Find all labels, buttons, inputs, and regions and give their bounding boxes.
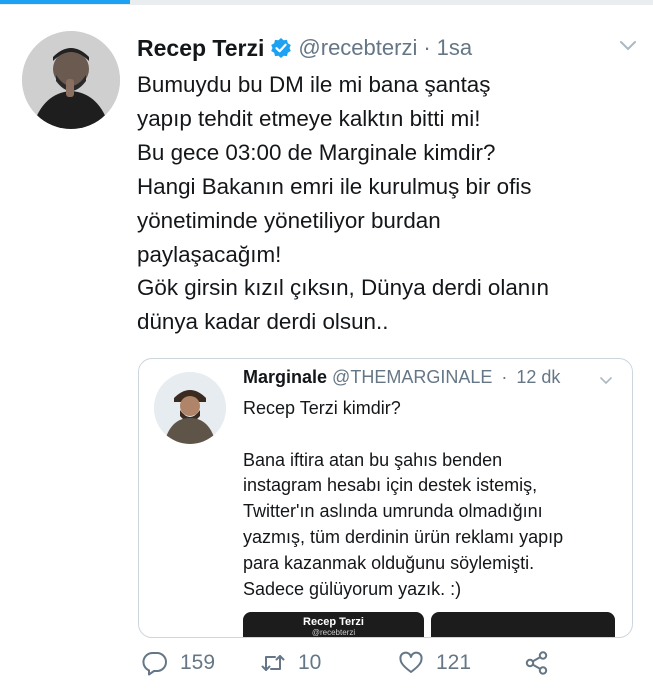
quoted-timestamp[interactable]: 12 dk xyxy=(516,367,560,387)
quoted-line: Bana iftira atan bu şahıs benden xyxy=(243,449,503,470)
quoted-line: para kazanmak olduğunu söylemişti. xyxy=(243,552,535,573)
media-profile-name: Recep Terzi xyxy=(303,616,364,628)
tweet-line: Hangi Bakanın emri ile kurulmuş bir ofis xyxy=(137,173,532,199)
chevron-down-icon[interactable] xyxy=(598,372,614,388)
tweet-line: yapıp tehdit etmeye kalktın bitti mi! xyxy=(137,105,481,131)
quoted-line: instagram hesabı için destek istemiş, xyxy=(243,475,538,496)
media-profile-handle: @recebterzi xyxy=(311,628,356,637)
verified-badge-icon xyxy=(270,37,292,59)
quoted-line: yazmış, tüm derdinin ürün reklamı yapıp xyxy=(243,526,564,547)
tweet-header: Recep Terzi @recebterzi · 1sa xyxy=(137,32,633,64)
author-handle[interactable]: @recebterzi xyxy=(298,35,417,61)
retweet-button[interactable]: 10 xyxy=(260,650,321,676)
chevron-down-icon[interactable] xyxy=(617,34,639,56)
tweet-line: Gök girsin kızıl çıksın, Dünya derdi ola… xyxy=(137,275,549,301)
reply-count: 159 xyxy=(180,651,216,674)
quoted-media-image[interactable] xyxy=(431,612,615,637)
top-tab-bar xyxy=(0,0,653,5)
tweet-line: Bu gece 03:00 de Marginale kimdir? xyxy=(137,139,496,165)
like-icon xyxy=(399,651,423,673)
retweet-icon xyxy=(261,655,285,671)
active-tab-indicator xyxy=(0,0,130,4)
quoted-author-name[interactable]: Marginale xyxy=(243,367,327,387)
reply-icon xyxy=(142,652,167,676)
quoted-text: Recep Terzi kimdir? Bana iftira atan bu … xyxy=(243,396,623,602)
like-button[interactable]: 121 xyxy=(398,650,471,676)
like-count: 121 xyxy=(436,651,472,674)
quoted-line: Recep Terzi kimdir? xyxy=(243,398,401,418)
tweet-line: yönetiminde yönetiliyor burdan xyxy=(137,207,441,233)
quoted-media-image[interactable]: Recep Terzi @recebterzi xyxy=(243,612,424,637)
quoted-author-handle[interactable]: @THEMARGINALE xyxy=(332,367,492,387)
quoted-avatar[interactable] xyxy=(154,372,226,444)
tweet-text: Bumuydu bu DM ile mi bana şantaş yapıp t… xyxy=(137,68,642,339)
author-name[interactable]: Recep Terzi xyxy=(137,35,264,62)
quoted-header: Marginale @THEMARGINALE · 12 dk xyxy=(243,367,560,388)
tweet-timestamp[interactable]: 1sa xyxy=(437,35,472,61)
quoted-line: Sadece gülüyorum yazık. :) xyxy=(243,578,462,599)
quoted-line: Twitter'ın aslında umrunda olmadığını xyxy=(243,501,543,522)
share-button[interactable] xyxy=(524,650,562,676)
tweet-actions: 159 10 121 xyxy=(138,650,638,684)
quoted-line xyxy=(243,422,623,448)
reply-button[interactable]: 159 xyxy=(142,650,215,676)
tweet-line: paylaşacağım! xyxy=(137,241,282,267)
tweet-line: dünya kadar derdi olsun.. xyxy=(137,309,389,335)
separator-dot: · xyxy=(423,35,431,60)
avatar[interactable] xyxy=(22,31,120,129)
tweet-line: Bumuydu bu DM ile mi bana şantaş xyxy=(137,72,491,97)
share-icon xyxy=(525,651,548,675)
separator-dot: · xyxy=(501,367,508,387)
retweet-count: 10 xyxy=(298,651,322,674)
quoted-tweet[interactable]: Marginale @THEMARGINALE · 12 dk Recep Te… xyxy=(138,358,633,638)
